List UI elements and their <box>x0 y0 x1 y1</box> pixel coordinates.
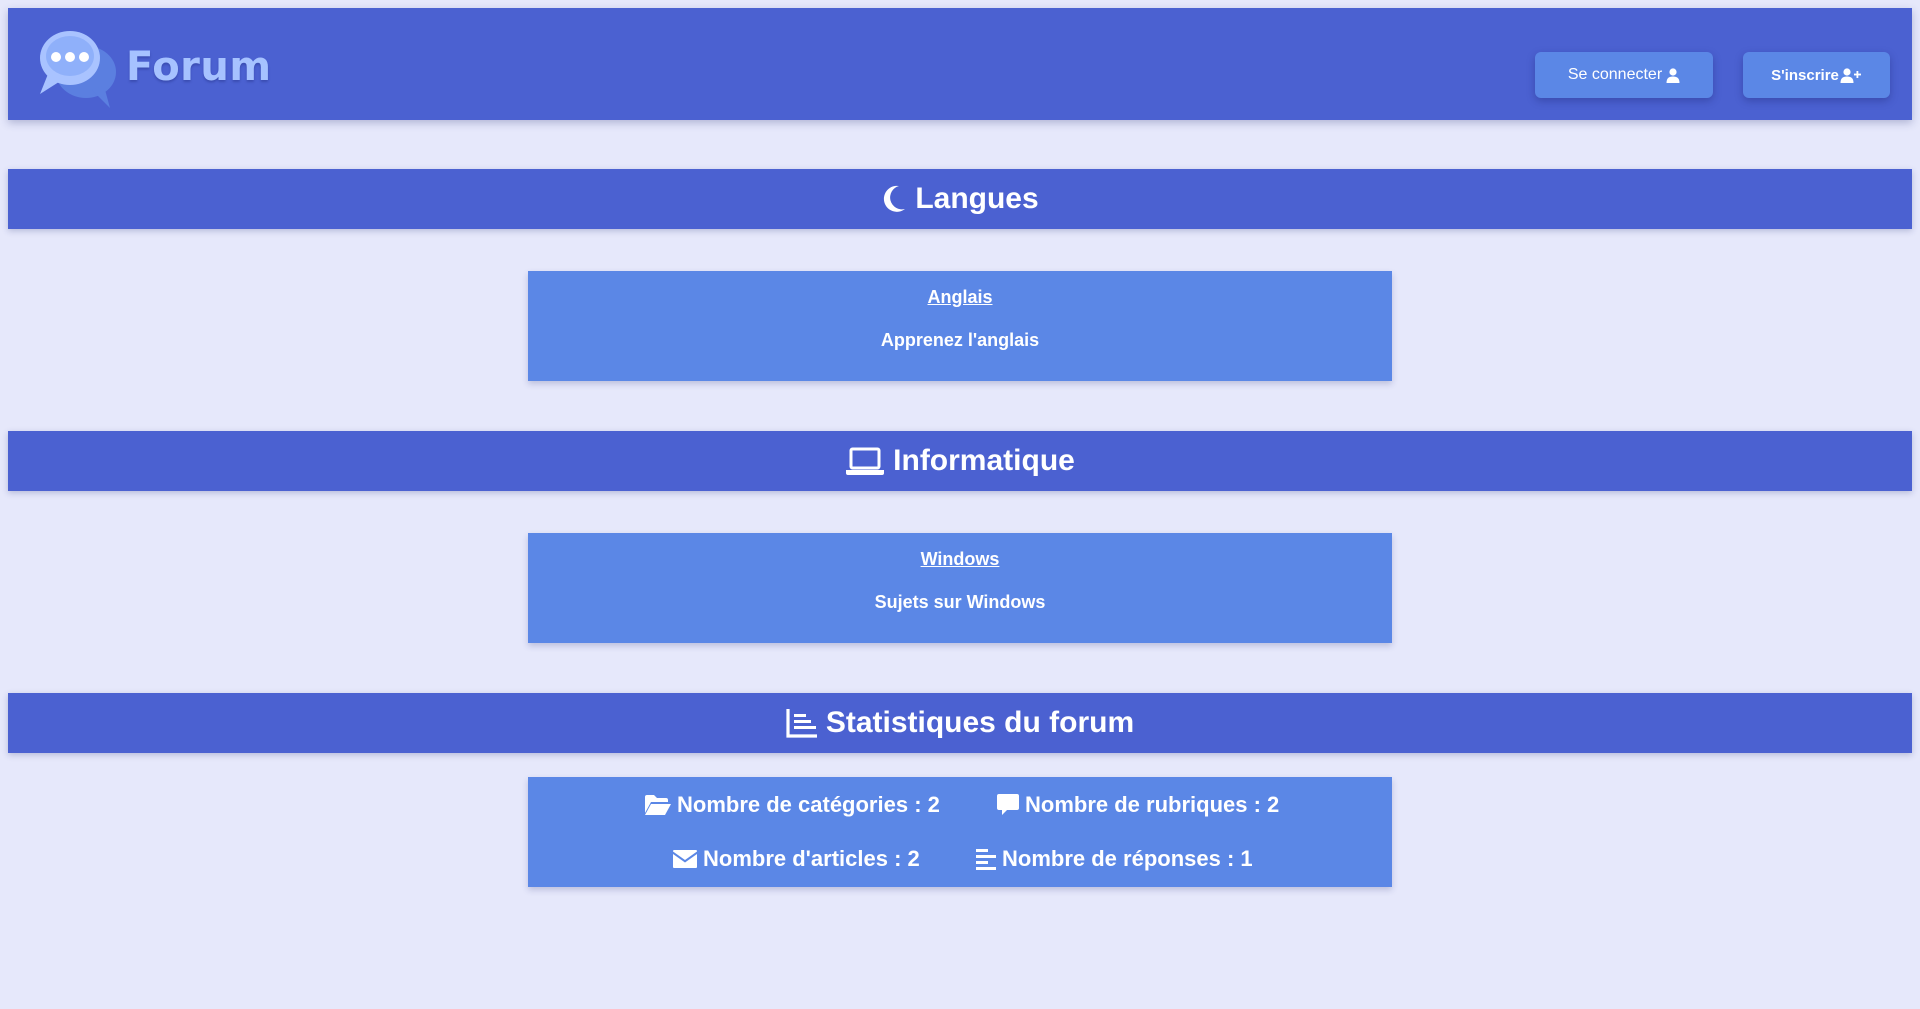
moon-icon <box>881 184 907 214</box>
stat-categories: Nombre de catégories : 2 <box>644 792 940 818</box>
register-button[interactable]: S'inscrire <box>1743 52 1890 98</box>
category-header-informatique: Informatique <box>8 431 1912 491</box>
user-icon <box>1666 67 1680 83</box>
folder-open-icon <box>644 794 672 816</box>
chart-bar-icon <box>786 708 818 738</box>
rubrique-link[interactable]: Windows <box>528 549 1392 570</box>
stat-articles: Nombre d'articles : 2 <box>672 846 920 872</box>
stats-header: Statistiques du forum <box>8 693 1912 753</box>
chat-bubbles-icon <box>40 31 116 108</box>
envelope-icon <box>672 849 698 869</box>
stats-card: Nombre de catégories : 2 Nombre de rubri… <box>528 777 1392 887</box>
stat-categories-label: Nombre de catégories : 2 <box>677 792 940 817</box>
comment-icon <box>996 793 1020 817</box>
stat-reponses: Nombre de réponses : 1 <box>975 846 1253 872</box>
stats-title: Statistiques du forum <box>825 706 1135 739</box>
category-title: Langues <box>915 182 1039 215</box>
align-left-icon <box>975 848 997 870</box>
laptop-icon <box>845 446 885 476</box>
category-header-langues: Langues <box>8 169 1912 229</box>
rubrique-description: Apprenez l'anglais <box>880 330 1040 350</box>
stat-rubriques: Nombre de rubriques : 2 <box>996 792 1279 818</box>
rubrique-card-anglais: Anglais Apprenez l'anglais <box>528 271 1392 381</box>
forum-logo[interactable]: Forum <box>34 20 271 112</box>
login-label: Se connecter <box>1567 66 1663 83</box>
register-label: S'inscrire <box>1771 66 1839 84</box>
stat-reponses-label: Nombre de réponses : 1 <box>1002 846 1253 871</box>
login-button[interactable]: Se connecter <box>1535 52 1713 98</box>
rubrique-card-windows: Windows Sujets sur Windows <box>528 533 1392 643</box>
stat-rubriques-label: Nombre de rubriques : 2 <box>1025 792 1280 817</box>
stat-articles-label: Nombre d'articles : 2 <box>703 846 920 871</box>
rubrique-description: Sujets sur Windows <box>874 592 1046 612</box>
logo-text: Forum <box>126 44 272 90</box>
rubrique-link[interactable]: Anglais <box>528 287 1392 308</box>
user-plus-icon <box>1840 67 1862 83</box>
site-header: Forum Se connecter S'inscrire <box>8 8 1912 120</box>
category-title: Informatique <box>893 444 1075 477</box>
